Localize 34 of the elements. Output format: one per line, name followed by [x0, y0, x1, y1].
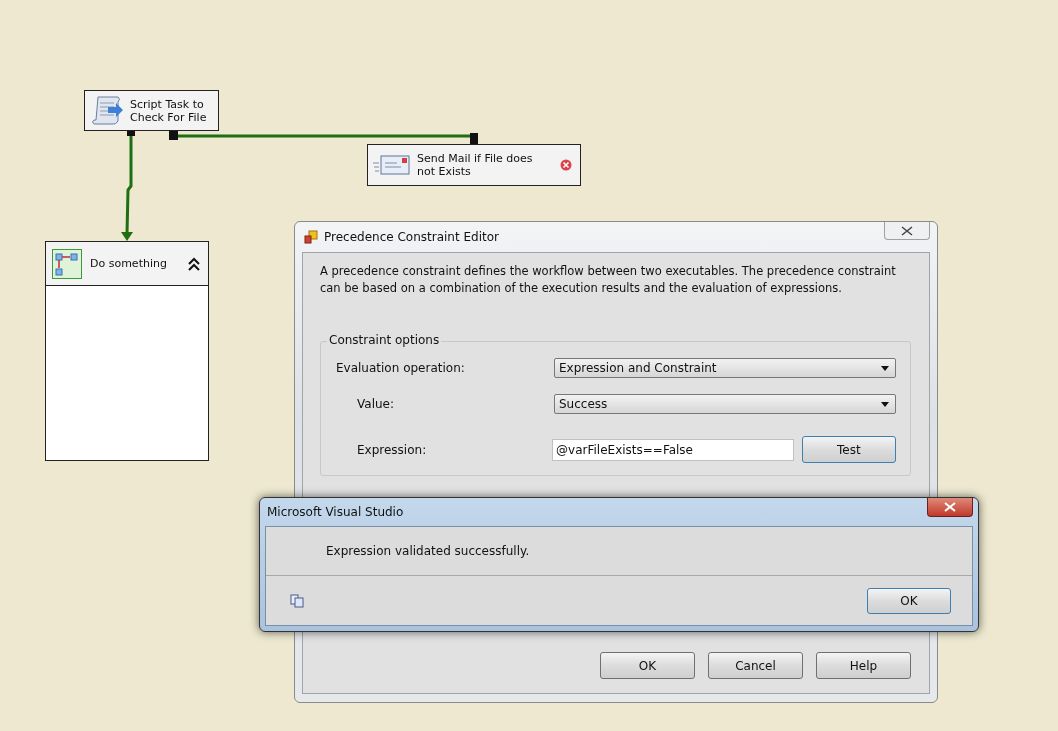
dropdown[interactable]: Expression and Constraint — [554, 358, 896, 378]
container-label: Do something — [90, 257, 168, 270]
dropdown[interactable]: Success — [554, 394, 896, 414]
dropdown-arrow-icon — [881, 401, 889, 407]
close-icon — [944, 502, 956, 512]
field-label: Evaluation operation: — [336, 361, 466, 375]
ok-button[interactable]: OK — [867, 587, 951, 614]
dialog-button[interactable]: Cancel — [708, 652, 803, 679]
task-node[interactable]: Send Mail if File does not Exists — [367, 144, 581, 186]
envelope-icon — [373, 153, 411, 177]
close-button[interactable] — [927, 498, 973, 517]
field-label: Expression: — [356, 442, 428, 457]
container-box[interactable]: Do something — [45, 241, 209, 461]
dropdown-arrow-icon — [881, 365, 889, 371]
copy-icon[interactable] — [290, 593, 304, 608]
flow-icon — [52, 248, 82, 279]
description-text: A precedence constraint defines the workflow between two executables. The precedence constraint can be based on a combination of the execution results and the evaluation of expressions. — [320, 263, 897, 297]
message-text: Expression validated successfully. — [326, 544, 530, 558]
app-icon — [304, 230, 318, 244]
expression-field[interactable]: @varFileExists==False — [552, 438, 794, 461]
close-button[interactable] — [884, 222, 930, 240]
task-label: Script Task to Check For File — [130, 97, 208, 124]
task-node[interactable]: Script Task to Check For File — [84, 90, 219, 131]
task-label: Send Mail if File does not Exists — [417, 152, 534, 178]
dialog-button[interactable]: OK — [600, 652, 695, 679]
dialog-button[interactable]: Help — [816, 652, 911, 679]
test-button[interactable]: Test — [801, 436, 896, 463]
close-icon — [901, 225, 913, 236]
scroll-icon — [90, 94, 124, 127]
field-label: Value: — [356, 397, 395, 411]
group-title: Constraint options — [327, 333, 442, 347]
window-title: Precedence Constraint Editor — [324, 230, 500, 244]
collapse-icon[interactable] — [188, 256, 200, 271]
window-title: Microsoft Visual Studio — [267, 505, 405, 519]
